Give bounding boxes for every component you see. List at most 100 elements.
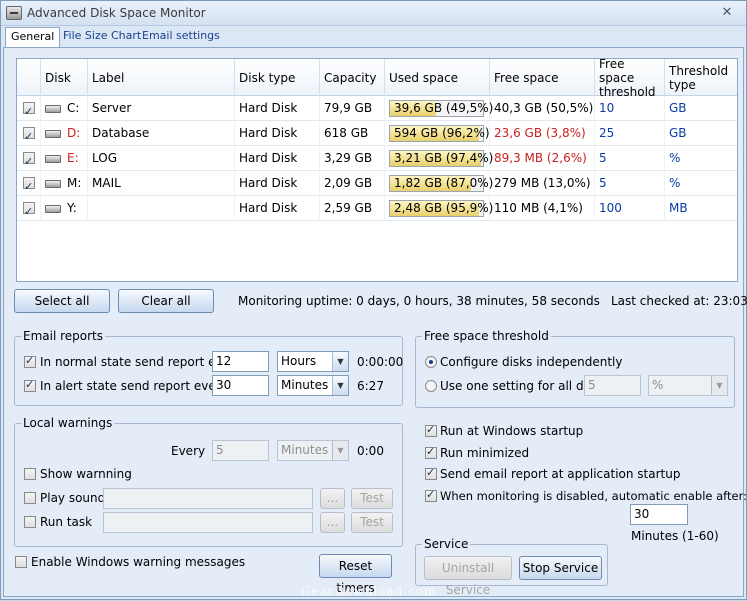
tab-file-size-chart[interactable]: File Size Chart	[58, 27, 146, 47]
disk-type-cell: Hard Disk	[235, 196, 320, 221]
table-row[interactable]: M: MAILHard Disk2,09 GB 1,82 GB (87,0%)279…	[17, 171, 737, 199]
disk-cell: Y:	[41, 196, 88, 221]
label-cell[interactable]: Database	[88, 121, 235, 146]
threshold-type-cell[interactable]: MB	[665, 196, 737, 221]
normal-report-unit-select[interactable]: Hours ▼	[277, 351, 349, 372]
show-warning-label: Show warnning	[40, 467, 132, 481]
used-space-bar: 1,82 GB (87,0%)	[389, 175, 493, 192]
threshold-cell[interactable]: 10	[595, 96, 665, 121]
label-cell[interactable]: MAIL	[88, 171, 235, 196]
run-task-checkbox[interactable]	[24, 516, 36, 528]
capacity-cell: 2,09 GB	[320, 171, 385, 196]
tab-email-settings[interactable]: Email settings	[137, 27, 225, 47]
column-used-space[interactable]: Used space	[385, 59, 490, 96]
run-minimized-checkbox[interactable]	[425, 445, 437, 459]
window-title: Advanced Disk Space Monitor	[27, 6, 206, 20]
table-row[interactable]: C: ServerHard Disk79,9 GB 39,6 GB (49,5%)4…	[17, 96, 737, 124]
alert-report-interval-input[interactable]: 30	[212, 375, 269, 396]
chevron-down-icon: ▼	[711, 376, 727, 395]
table-row[interactable]: E: LOGHard Disk3,29 GB 3,21 GB (97,4%)89,3…	[17, 146, 737, 174]
used-space-text: 1,82 GB (87,0%)	[394, 176, 494, 190]
sound-browse-button[interactable]: ...	[320, 488, 345, 509]
column-disk-type[interactable]: Disk type	[235, 59, 320, 96]
column-free-space-threshold[interactable]: Free space threshold	[595, 59, 665, 99]
title-bar[interactable]: Advanced Disk Space Monitor ✕	[1, 1, 746, 26]
row-checkbox[interactable]	[23, 175, 35, 199]
auto-enable-label: When monitoring is disabled, automatic e…	[440, 489, 747, 503]
label-cell[interactable]: Server	[88, 96, 235, 121]
row-checkbox[interactable]	[23, 100, 35, 124]
app-window: Advanced Disk Space Monitor ✕ General Fi…	[0, 0, 747, 600]
column-free-space[interactable]: Free space	[490, 59, 595, 96]
grid-header: Disk Label Disk type Capacity Used space…	[17, 59, 737, 99]
table-row[interactable]: Y: Hard Disk2,59 GB 2,48 GB (95,9%)110 MB …	[17, 196, 737, 224]
row-checkbox[interactable]	[23, 200, 35, 224]
disk-type-cell: Hard Disk	[235, 146, 320, 171]
normal-report-interval-input[interactable]: 12	[212, 351, 269, 372]
every-label: Every	[171, 444, 206, 458]
email-reports-group: Email reports In normal state send repor…	[14, 329, 404, 406]
run-at-startup-checkbox[interactable]	[425, 423, 437, 437]
threshold-type-cell[interactable]: %	[665, 146, 737, 171]
auto-enable-minutes-input[interactable]: 30	[630, 504, 688, 525]
warning-interval-input[interactable]: 5	[212, 440, 269, 461]
label-cell[interactable]	[88, 196, 235, 221]
chevron-down-icon: ▼	[332, 376, 348, 395]
uninstall-service-button[interactable]: Uninstall Service	[424, 556, 512, 597]
row-checkbox[interactable]	[23, 125, 35, 149]
hard-disk-icon	[45, 129, 61, 138]
column-disk[interactable]: Disk	[41, 59, 88, 96]
one-setting-radio[interactable]	[425, 380, 437, 392]
row-checkbox[interactable]	[23, 150, 35, 174]
used-space-bar: 594 GB (96,2%)	[389, 125, 490, 142]
windows-messages-checkbox[interactable]	[15, 556, 27, 568]
alert-report-checkbox[interactable]	[24, 378, 36, 392]
show-warning-checkbox[interactable]	[24, 468, 36, 480]
disk-type-cell: Hard Disk	[235, 171, 320, 196]
tab-general[interactable]: General	[5, 27, 61, 48]
auto-enable-checkbox[interactable]	[425, 488, 437, 502]
label-cell[interactable]: LOG	[88, 146, 235, 171]
threshold-type-cell[interactable]: %	[665, 171, 737, 196]
free-space-threshold-legend: Free space threshold	[422, 329, 551, 343]
clear-all-button[interactable]: Clear all	[118, 289, 214, 313]
last-checked: Last checked at: 23:03:36	[611, 294, 747, 308]
threshold-type-cell[interactable]: GB	[665, 121, 737, 146]
threshold-cell[interactable]: 100	[595, 196, 665, 221]
threshold-cell[interactable]: 5	[595, 171, 665, 196]
play-sound-checkbox[interactable]	[24, 492, 36, 504]
warning-countdown: 0:00	[357, 444, 384, 458]
auto-enable-hint: Minutes (1-60)	[631, 529, 719, 543]
configure-independently-radio[interactable]	[425, 356, 437, 368]
warning-unit-select[interactable]: Minutes ▼	[277, 440, 349, 461]
used-space-bar: 2,48 GB (95,9%)	[389, 200, 493, 217]
select-all-button[interactable]: Select all	[14, 289, 110, 313]
column-capacity[interactable]: Capacity	[320, 59, 385, 96]
stop-service-button[interactable]: Stop Service	[519, 556, 602, 580]
threshold-type-cell[interactable]: GB	[665, 96, 737, 121]
threshold-value-input[interactable]: 5	[584, 375, 641, 396]
task-file-input[interactable]	[103, 512, 313, 533]
disk-letter: E:	[67, 151, 79, 165]
table-row[interactable]: D:DatabaseHard Disk618 GB594 GB (96,2%)2…	[17, 121, 737, 149]
reset-timers-button[interactable]: Reset timers	[319, 554, 392, 595]
warning-unit-value: Minutes	[281, 443, 329, 457]
row-check-cell	[17, 196, 41, 224]
task-test-button[interactable]: Test	[351, 512, 393, 533]
sound-test-button[interactable]: Test	[351, 488, 393, 509]
normal-report-countdown: 0:00:00	[357, 355, 404, 369]
threshold-cell[interactable]: 5	[595, 146, 665, 171]
send-report-startup-checkbox[interactable]	[425, 466, 437, 480]
hard-disk-icon	[45, 104, 61, 113]
threshold-unit-select[interactable]: % ▼	[648, 375, 728, 396]
close-icon[interactable]: ✕	[714, 4, 740, 22]
column-label[interactable]: Label	[88, 59, 235, 96]
threshold-cell[interactable]: 25	[595, 121, 665, 146]
sound-file-input[interactable]	[103, 488, 313, 509]
alert-report-unit-select[interactable]: Minutes ▼	[277, 375, 349, 396]
column-threshold-type[interactable]: Threshold type	[665, 59, 737, 96]
task-browse-button[interactable]: ...	[320, 512, 345, 533]
free-space-cell: 279 MB (13,0%)	[490, 171, 595, 196]
normal-report-checkbox[interactable]	[24, 354, 36, 368]
local-warnings-legend: Local warnings	[21, 416, 115, 430]
